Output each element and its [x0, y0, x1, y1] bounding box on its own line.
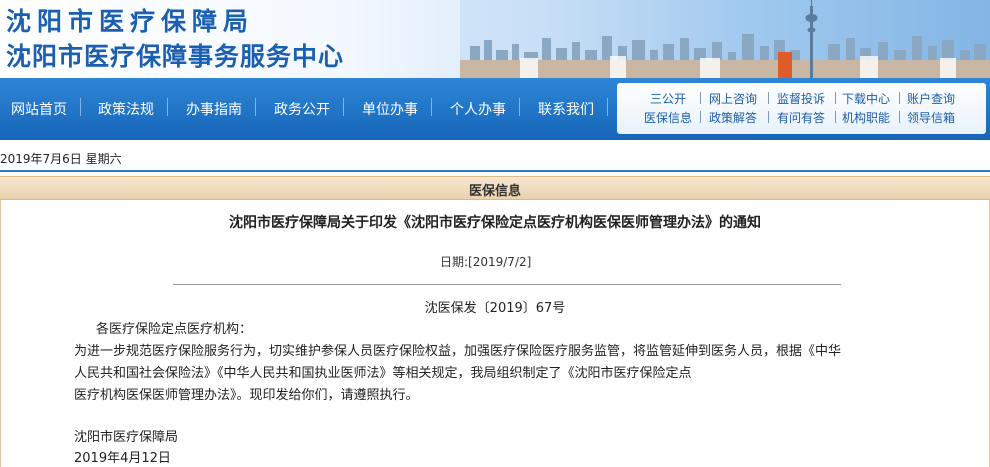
nav-item-contact[interactable]: 联系我们: [538, 99, 594, 119]
quick-separator: [899, 92, 900, 104]
quick-separator: [700, 92, 701, 104]
quick-separator: [768, 92, 769, 104]
nav-separator: [343, 98, 344, 116]
section-header: 医保信息: [0, 176, 990, 200]
city-skyline-image: [460, 0, 990, 78]
quick-link-three-disclosures[interactable]: 三公开: [650, 90, 686, 107]
nav-separator: [167, 98, 168, 116]
article-divider: [173, 284, 841, 285]
nav-item-guide[interactable]: 办事指南: [186, 99, 242, 119]
quick-link-complaints[interactable]: 监督投诉: [777, 90, 825, 107]
current-date: 2019年7月6日 星期六: [0, 152, 122, 166]
quick-separator: [700, 111, 701, 123]
quick-link-online-consult[interactable]: 网上咨询: [709, 90, 757, 107]
article-signature: 沈阳市医疗保障局: [74, 430, 179, 445]
quick-separator: [835, 111, 836, 123]
nav-separator: [255, 98, 256, 116]
quick-link-downloads[interactable]: 下载中心: [842, 90, 890, 107]
quick-separator: [835, 92, 836, 104]
nav-separator: [80, 98, 81, 116]
quick-separator: [899, 111, 900, 123]
quick-links-panel: 三公开 网上咨询 监督投诉 下载中心 账户查询 医保信息 政策解答 有问有答 机…: [617, 83, 986, 134]
quick-link-qa[interactable]: 有问有答: [777, 109, 825, 126]
quick-link-medical-insurance-info[interactable]: 医保信息: [644, 109, 692, 126]
article-date: 日期:[2019/7/2]: [440, 253, 531, 270]
nav-item-home[interactable]: 网站首页: [11, 99, 67, 119]
nav-item-unit-services[interactable]: 单位办事: [362, 99, 418, 119]
quick-link-account-query[interactable]: 账户查询: [907, 90, 955, 107]
article-sign-date: 2019年4月12日: [74, 451, 171, 466]
article-salutation: 各医疗保险定点医疗机构：: [96, 322, 253, 337]
quick-link-policy-answers[interactable]: 政策解答: [709, 109, 757, 126]
site-banner: 沈阳市医疗保障局 沈阳市医疗保障事务服务中心: [0, 0, 990, 78]
article-date-label: 日期:: [440, 255, 469, 269]
nav-separator: [607, 98, 608, 116]
divider: [0, 170, 990, 172]
site-title: 沈阳市医疗保障局: [6, 7, 255, 36]
quick-link-functions[interactable]: 机构职能: [842, 109, 890, 126]
nav-item-policies[interactable]: 政策法规: [98, 99, 154, 119]
article-body-line: 医疗机构医保医师管理办法》。现印发给你们，请遵照执行。: [74, 388, 419, 403]
article-body-line: 人民共和国社会保险法》《中华人民共和国执业医师法》等相关规定，我局组织制定了《沈…: [74, 366, 692, 381]
quick-link-leader-mailbox[interactable]: 领导信箱: [907, 109, 955, 126]
document-number: 沈医保发〔2019〕67号: [424, 301, 566, 316]
nav-separator: [431, 98, 432, 116]
nav-item-public-affairs[interactable]: 政务公开: [274, 99, 330, 119]
nav-separator: [519, 98, 520, 116]
quick-separator: [768, 111, 769, 123]
nav-item-personal-services[interactable]: 个人办事: [450, 99, 506, 119]
article-body-line: 为进一步规范医疗保险服务行为，切实维护参保人员医疗保险权益，加强医疗保险医疗服务…: [74, 344, 842, 359]
site-subtitle: 沈阳市医疗保障事务服务中心: [6, 42, 345, 71]
article-date-value: [2019/7/2]: [468, 255, 532, 269]
article-title: 沈阳市医疗保障局关于印发《沈阳市医疗保险定点医疗机构医保医师管理办法》的通知: [229, 215, 761, 231]
section-title: 医保信息: [468, 184, 521, 199]
